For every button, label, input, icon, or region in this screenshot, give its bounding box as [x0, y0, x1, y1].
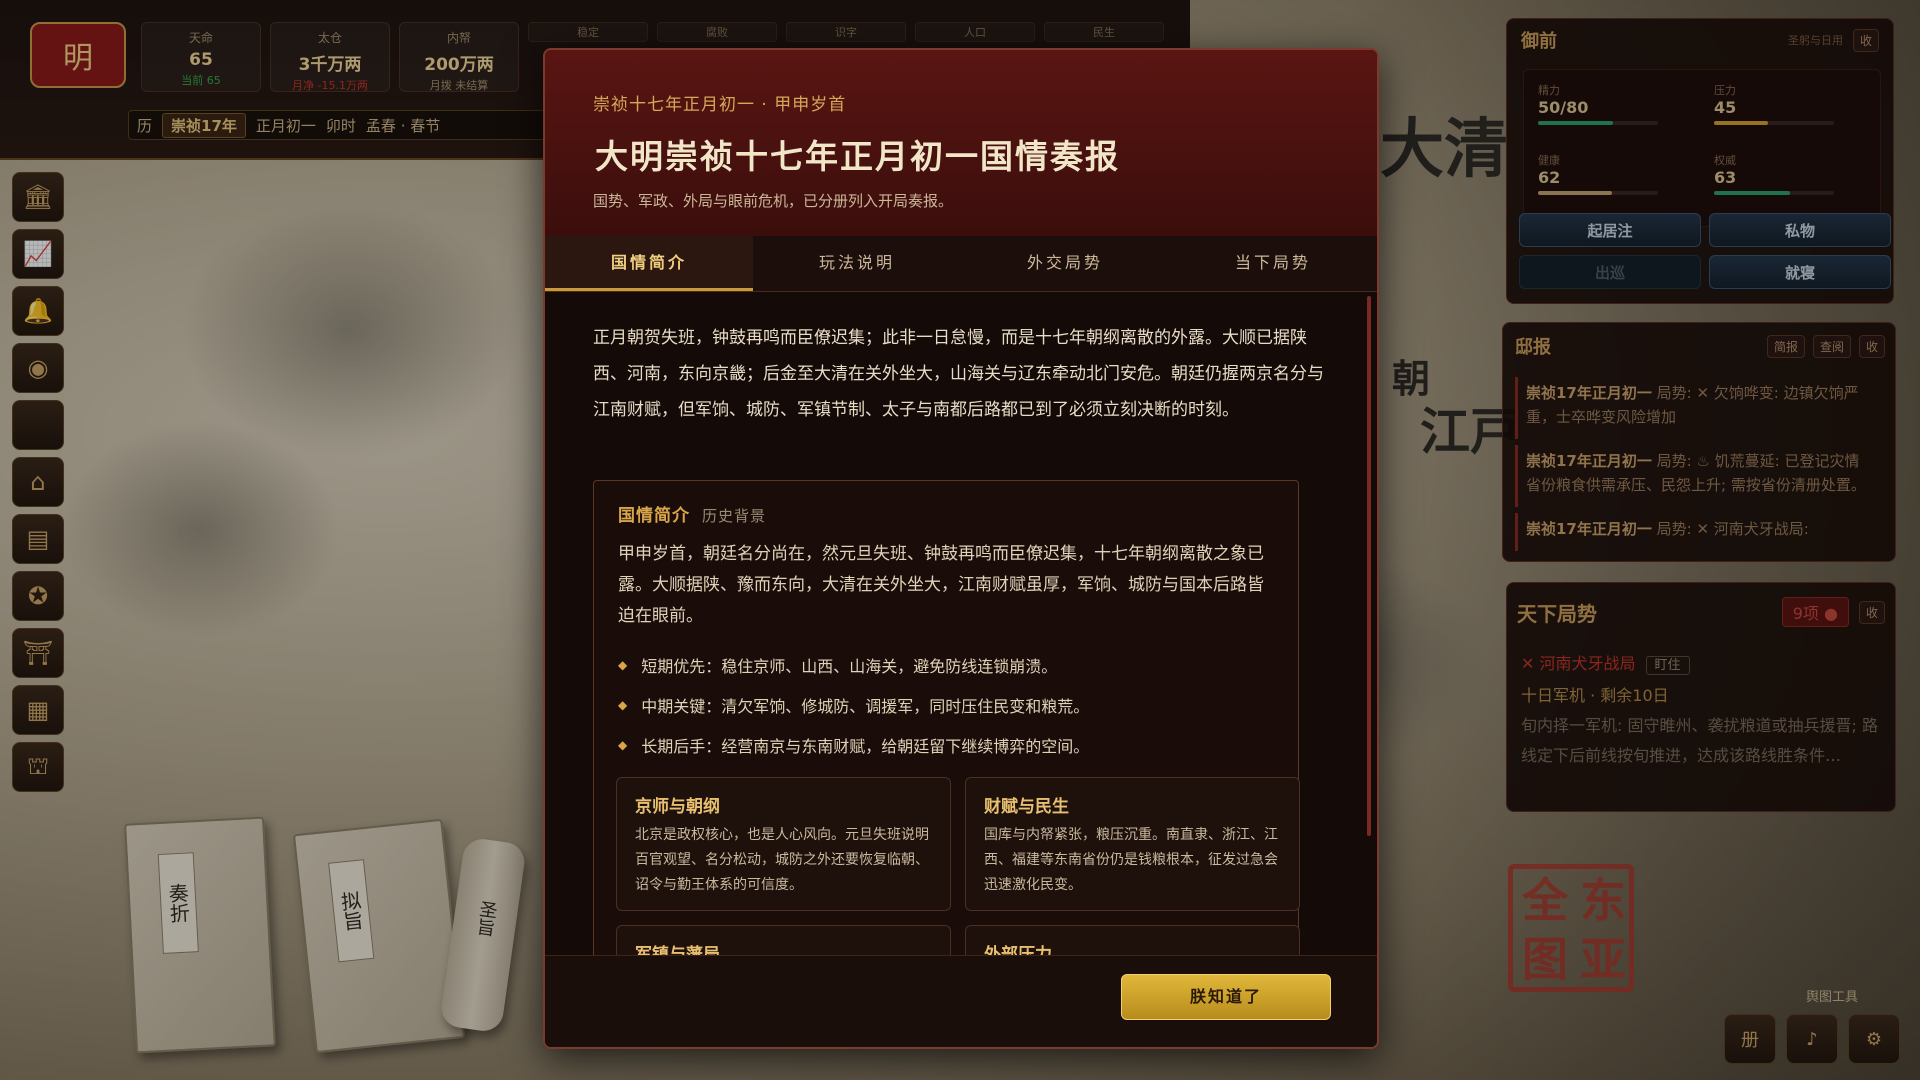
tab-diplomacy[interactable]: 外交局势 [961, 236, 1169, 291]
card-title: 京师与朝纲 [635, 797, 720, 817]
dialog-title: 大明崇祯十七年正月初一国情奏报 [595, 137, 1120, 176]
dialog-scrollbar[interactable] [1367, 296, 1371, 836]
card-capital: 京师与朝纲 北京是政权核心，也是人心风向。元旦失班说明百官观望、名分松动，城防之… [616, 777, 951, 911]
dialog-header: 崇祯十七年正月初一 · 甲申岁首 大明崇祯十七年正月初一国情奏报 国势、军政、外… [545, 50, 1377, 236]
section-heading: 国情简介 历史背景 [618, 501, 766, 526]
lead-paragraph: 正月朝贺失班，钟鼓再鸣而臣僚迟集；此非一日怠慢，而是十七年朝纲离散的外露。大顺已… [593, 328, 1324, 420]
bullet-text: 长期后手：经营南京与东南财赋，给朝廷留下继续博弈的空间。 [641, 737, 1090, 756]
bullet-item: ◆ 长期后手：经营南京与东南财赋，给朝廷留下继续博弈的空间。 [618, 733, 1278, 757]
tab-gameplay-guide[interactable]: 玩法说明 [753, 236, 961, 291]
dialog-body[interactable]: 正月朝贺失班，钟鼓再鸣而臣僚迟集；此非一日怠慢，而是十七年朝纲离散的外露。大顺已… [545, 292, 1377, 1008]
card-body: 北京是政权核心，也是人心风向。元旦失班说明百官观望、名分松动，城防之外还要恢复临… [635, 827, 929, 893]
card-body: 国库与内帑紧张，粮压沉重。南直隶、浙江、江西、福建等东南省份仍是钱粮根本，征发过… [984, 827, 1278, 893]
state-report-dialog: 崇祯十七年正月初一 · 甲申岁首 大明崇祯十七年正月初一国情奏报 国势、军政、外… [543, 48, 1379, 1049]
tab-current-situation[interactable]: 当下局势 [1169, 236, 1377, 291]
card-finance: 财赋与民生 国库与内帑紧张，粮压沉重。南直隶、浙江、江西、福建等东南省份仍是钱粮… [965, 777, 1300, 911]
bullet-item: ◆ 中期关键：清欠军饷、修城防、调援军，同时压住民变和粮荒。 [618, 693, 1278, 717]
overview-section: 国情简介 历史背景 甲申岁首，朝廷名分尚在，然元旦失班、钟鼓再鸣而臣僚迟集，十七年… [593, 480, 1300, 1008]
diamond-icon: ◆ [618, 698, 628, 712]
bullet-text: 短期优先：稳住京师、山西、山海关，避免防线连锁崩溃。 [641, 657, 1058, 676]
bullet-text: 中期关键：清欠军饷、修城防、调援军，同时压住民变和粮荒。 [641, 697, 1090, 716]
section-title: 国情简介 [618, 506, 690, 526]
dialog-tabs: 国情简介 玩法说明 外交局势 当下局势 [545, 236, 1377, 292]
bullet-item: ◆ 短期优先：稳住京师、山西、山海关，避免防线连锁崩溃。 [618, 653, 1278, 677]
dialog-footer: 朕知道了 [545, 955, 1377, 1047]
confirm-button[interactable]: 朕知道了 [1121, 974, 1331, 1020]
section-text: 甲申岁首，朝廷名分尚在，然元旦失班、钟鼓再鸣而臣僚迟集，十七年朝纲离散之象已露。… [618, 544, 1264, 626]
diamond-icon: ◆ [618, 738, 628, 752]
tab-state-overview[interactable]: 国情简介 [545, 236, 753, 291]
diamond-icon: ◆ [618, 658, 628, 672]
dialog-subtitle: 国势、军政、外局与眼前危机，已分册列入开局奏报。 [593, 192, 954, 210]
section-tag: 历史背景 [702, 507, 767, 525]
dialog-kicker: 崇祯十七年正月初一 · 甲申岁首 [593, 95, 847, 115]
card-title: 财赋与民生 [984, 797, 1069, 817]
